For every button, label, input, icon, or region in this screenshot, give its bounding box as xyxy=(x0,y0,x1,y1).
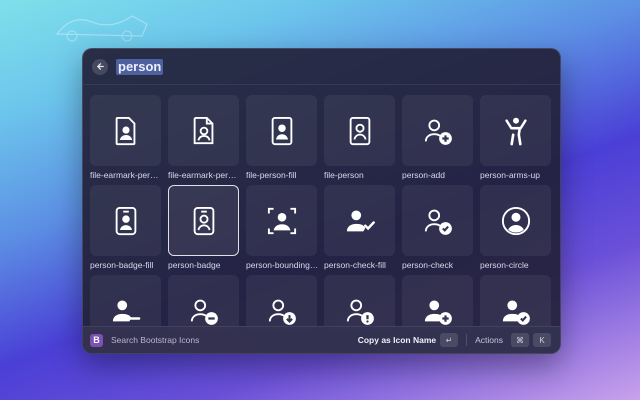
icon-tile[interactable] xyxy=(324,275,395,330)
person-circle-icon xyxy=(501,206,530,235)
icon-label: person-add xyxy=(402,170,446,180)
icon-tile[interactable] xyxy=(480,185,551,256)
icon-grid-item[interactable]: person-arms-up xyxy=(480,95,551,180)
icon-grid-item[interactable]: person-bounding… xyxy=(246,185,318,270)
cmd-key-hint: ⌘ xyxy=(511,333,529,347)
icon-label: person-badge-fill xyxy=(90,260,154,270)
icon-tile[interactable] xyxy=(402,275,473,330)
icon-grid-item[interactable]: file-person-fill xyxy=(246,95,317,180)
person-arms-up-icon xyxy=(504,117,527,145)
icon-tile[interactable] xyxy=(246,185,317,256)
arrow-left-icon xyxy=(96,63,104,70)
extension-name: Search Bootstrap Icons xyxy=(111,335,200,345)
icon-grid-item[interactable] xyxy=(90,275,161,330)
footer-divider xyxy=(466,334,468,346)
icon-tile[interactable] xyxy=(168,95,239,166)
person-fill-check-icon xyxy=(502,300,530,325)
icon-tile[interactable] xyxy=(90,185,161,256)
icon-tile[interactable] xyxy=(324,95,395,166)
back-button[interactable] xyxy=(92,58,108,75)
icon-grid-item[interactable]: person-circle xyxy=(480,185,551,270)
icon-grid: file-earmark-per… file-earmark-per… file-p… xyxy=(90,95,553,330)
search-bar: person xyxy=(83,49,560,85)
icon-grid-item[interactable]: person-check xyxy=(402,185,473,270)
icon-tile[interactable] xyxy=(402,95,473,166)
icon-grid-item[interactable] xyxy=(168,275,239,330)
k-key-hint: K xyxy=(533,333,551,347)
icon-grid-item[interactable] xyxy=(246,275,317,330)
icon-tile[interactable] xyxy=(480,95,551,166)
icon-label: person-circle xyxy=(480,260,529,270)
icon-grid-item[interactable]: file-earmark-per… xyxy=(90,95,161,180)
icon-grid-item[interactable]: person-badge xyxy=(168,185,239,270)
icon-tile[interactable] xyxy=(324,185,395,256)
enter-key-hint: ↵ xyxy=(440,333,459,347)
person-fill-add-icon xyxy=(424,300,452,325)
icon-label: person-check xyxy=(402,260,454,270)
icon-grid-item[interactable] xyxy=(480,275,551,330)
person-bounding-box-icon xyxy=(267,207,296,234)
raycast-window: person file-earmark-per… file-earmark-per… xyxy=(82,48,561,354)
icon-tile[interactable] xyxy=(168,275,239,330)
person-add-icon xyxy=(424,119,452,145)
file-earmark-person-fill-icon xyxy=(115,116,135,145)
person-dash-icon xyxy=(190,299,218,325)
bootstrap-logo-icon: B xyxy=(90,333,103,347)
file-person-fill-icon xyxy=(271,116,292,145)
icon-label: file-person-fill xyxy=(246,170,297,180)
icon-tile[interactable] xyxy=(402,185,473,256)
search-input[interactable]: person xyxy=(116,58,164,75)
icon-label: person-bounding… xyxy=(246,260,319,270)
icon-grid-item[interactable]: person-check-fill xyxy=(324,185,395,270)
icon-grid-item[interactable]: person-badge-fill xyxy=(90,185,161,270)
icon-tile[interactable] xyxy=(246,275,317,330)
icon-label: person-check-fill xyxy=(324,260,386,270)
person-dash-fill-icon xyxy=(112,300,140,321)
copy-icon-name-action[interactable]: Copy as Icon Name xyxy=(358,335,436,345)
action-bar: B Search Bootstrap Icons Copy as Icon Na… xyxy=(83,326,560,353)
person-exclamation-icon xyxy=(346,299,374,325)
person-check-icon xyxy=(424,209,452,235)
person-badge-icon xyxy=(193,206,214,235)
icon-tile[interactable] xyxy=(90,95,161,166)
person-check-fill-icon xyxy=(346,210,375,231)
person-badge-fill-icon xyxy=(115,206,136,235)
background-illustration-icon xyxy=(55,15,148,42)
icon-grid-item[interactable]: file-earmark-per… xyxy=(168,95,239,180)
icon-grid-item[interactable]: person-add xyxy=(402,95,473,180)
file-earmark-person-icon xyxy=(193,116,213,144)
icon-label: person-badge xyxy=(168,260,221,270)
icon-grid-item[interactable] xyxy=(324,275,395,330)
icon-tile[interactable] xyxy=(90,275,161,330)
icon-tile[interactable] xyxy=(246,95,317,166)
icon-label: person-arms-up xyxy=(480,170,540,180)
icon-label: file-earmark-per… xyxy=(90,170,159,180)
icon-grid-item[interactable] xyxy=(402,275,473,330)
icon-label: file-person xyxy=(324,170,364,180)
file-person-icon xyxy=(349,116,370,145)
person-down-icon xyxy=(268,299,296,325)
icon-label: file-earmark-per… xyxy=(168,170,237,180)
icon-grid-item[interactable]: file-person xyxy=(324,95,395,180)
actions-button[interactable]: Actions xyxy=(475,335,503,345)
icon-tile[interactable] xyxy=(480,275,551,330)
icon-tile[interactable] xyxy=(168,185,239,256)
